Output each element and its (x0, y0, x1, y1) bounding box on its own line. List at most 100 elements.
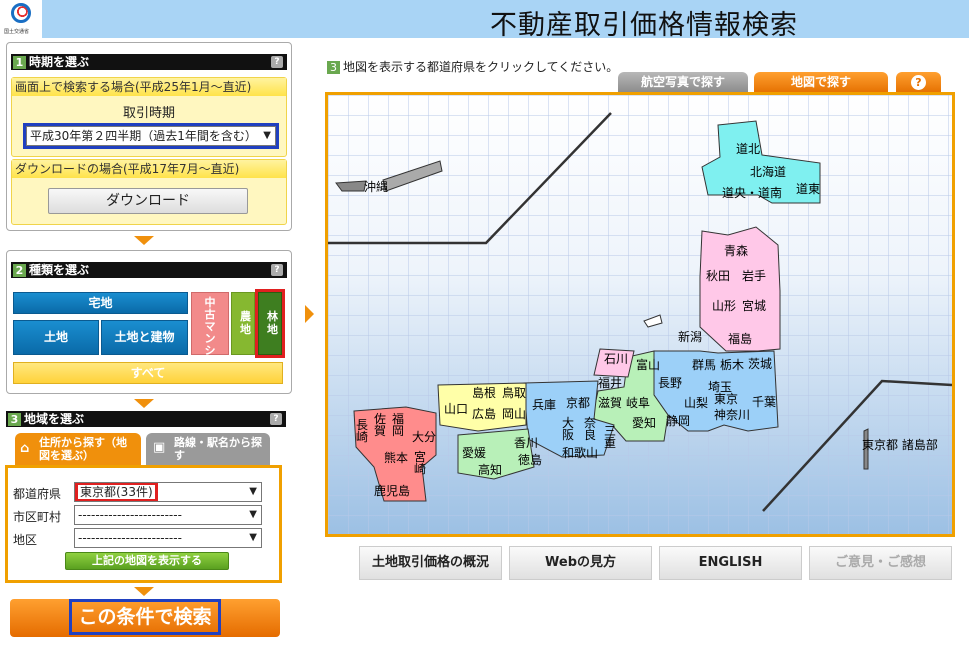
pref-label[interactable]: 東京都 諸島部 (862, 439, 938, 452)
district-select[interactable]: ------------------------ ▼ (74, 528, 262, 548)
pref-label[interactable]: 高知 (478, 464, 502, 477)
search-button-label: この条件で検索 (69, 599, 221, 635)
pref-label[interactable]: 道北 (736, 143, 760, 156)
pref-label[interactable]: 宮城 (742, 300, 766, 313)
pref-label[interactable]: 滋賀 (598, 397, 622, 410)
section-title: 種類を選ぶ (29, 263, 90, 277)
pref-label[interactable]: 奈良 (584, 417, 596, 441)
pref-label[interactable]: 大阪 (562, 417, 574, 441)
type-used-mansion-button[interactable]: 中古マンション等 (191, 292, 229, 393)
pref-label[interactable]: 愛知 (632, 417, 656, 430)
okinawa-shape[interactable] (335, 180, 367, 192)
search-button[interactable]: この条件で検索 (10, 599, 280, 637)
period-select[interactable]: 平成30年第２四半期（過去1年間を含む） ▼ (23, 123, 279, 149)
tab-route-label: 路線・駅名から探す (174, 436, 262, 462)
pref-label[interactable]: 北海道 (750, 166, 786, 179)
pref-label[interactable]: 静岡 (666, 415, 690, 428)
pref-label[interactable]: 神奈川 (714, 409, 750, 422)
web-guide-button[interactable]: Webの見方 (509, 546, 652, 580)
pref-label[interactable]: 広島 (472, 408, 496, 421)
pref-label[interactable]: 新潟 (678, 331, 702, 344)
overview-button[interactable]: 土地取引価格の概況 (359, 546, 502, 580)
pref-label[interactable]: 東京 (714, 393, 738, 406)
pref-label[interactable]: 道東 (796, 183, 820, 196)
pref-label[interactable]: 鹿児島 (374, 485, 410, 498)
type-farmland-button[interactable]: 農地 (231, 292, 255, 355)
type-land-button[interactable]: 土地 (13, 320, 99, 355)
pref-label[interactable]: 群馬 (692, 359, 716, 372)
english-button[interactable]: ENGLISH (659, 546, 802, 580)
arrow-down-icon (134, 399, 154, 408)
pref-label[interactable]: 宮崎 (414, 451, 426, 475)
pref-label[interactable]: 島根 (472, 387, 496, 400)
pref-label[interactable]: 福井 (598, 377, 622, 390)
logo-icon (11, 3, 31, 23)
pref-label[interactable]: 道央・道南 (722, 187, 782, 200)
pref-label[interactable]: 兵庫 (532, 399, 556, 412)
section-number: 2 (13, 264, 26, 277)
pref-label[interactable]: 青森 (724, 245, 748, 258)
section-number: 1 (13, 56, 26, 69)
district-select-value: ------------------------ (78, 531, 182, 545)
pref-label[interactable]: 富山 (636, 359, 660, 372)
pref-label[interactable]: 熊本 (384, 452, 408, 465)
pref-label[interactable]: 山梨 (684, 397, 708, 410)
pref-label[interactable]: 長野 (658, 377, 682, 390)
pref-label[interactable]: 岩手 (742, 270, 766, 283)
pref-label[interactable]: 岐阜 (626, 397, 650, 410)
area-section-header-wrap: 3 地域を選ぶ ? (6, 411, 286, 429)
chevron-down-icon: ▼ (249, 532, 257, 543)
prefecture-select[interactable]: 東京都(33件) ▼ (74, 482, 262, 502)
pref-label[interactable]: 長崎 (356, 419, 368, 443)
show-map-button[interactable]: 上記の地図を表示する (65, 552, 229, 570)
feedback-button[interactable]: ご意見・ご感想 (809, 546, 952, 580)
help-icon[interactable]: ? (271, 264, 283, 276)
tab-aerial-photo[interactable]: 航空写真で探す (618, 72, 748, 93)
pref-label[interactable]: 山口 (444, 403, 468, 416)
pref-label[interactable]: 三重 (604, 425, 616, 449)
download-button[interactable]: ダウンロード (48, 188, 248, 214)
type-land-building-button[interactable]: 土地と建物 (101, 320, 188, 355)
pref-label[interactable]: 秋田 (706, 270, 730, 283)
pref-label[interactable]: 岡山 (502, 408, 526, 421)
screen-search-box: 画面上で検索する場合(平成25年1月〜直近) 取引時期 平成30年第２四半期（過… (11, 77, 287, 157)
help-icon: ? (911, 75, 926, 90)
tab-address-search[interactable]: ⌂ 住所から探す（地図を選ぶ） (15, 433, 141, 467)
city-select[interactable]: ------------------------ ▼ (74, 505, 262, 525)
period-label: 取引時期 (122, 106, 175, 121)
pref-label[interactable]: 徳島 (518, 454, 542, 467)
pref-label[interactable]: 大分 (412, 431, 436, 444)
pref-label[interactable]: 沖縄 (364, 181, 388, 194)
pref-label[interactable]: 栃木 (720, 359, 744, 372)
pref-label[interactable]: 千葉 (752, 396, 776, 409)
area-section-header: 3 地域を選ぶ ? (6, 411, 286, 427)
map-instruction-text: 地図を表示する都道府県をクリックしてください。 (343, 60, 619, 74)
type-forest-button[interactable]: 林地 (255, 289, 285, 358)
map-instruction: 3 地図を表示する都道府県をクリックしてください。 (327, 58, 618, 75)
arrow-right-icon (305, 305, 314, 323)
help-icon[interactable]: ? (271, 56, 283, 68)
pref-label[interactable]: 鳥取 (502, 387, 526, 400)
logo[interactable]: 国土交通省 (0, 0, 42, 38)
pref-label[interactable]: 山形 (712, 300, 736, 313)
tab-help[interactable]: ? (896, 72, 941, 93)
logo-text: 国土交通省 (4, 29, 30, 35)
city-select-value: ------------------------ (78, 508, 182, 522)
pref-label[interactable]: 福島 (728, 333, 752, 346)
pref-label[interactable]: 茨城 (748, 358, 772, 371)
pref-label[interactable]: 石川 (604, 353, 628, 366)
pref-label[interactable]: 愛媛 (462, 447, 486, 460)
screen-search-label: 画面上で検索する場合(平成25年1月〜直近) (12, 78, 286, 96)
pref-label[interactable]: 福岡 (392, 413, 404, 437)
pref-label[interactable]: 佐賀 (374, 413, 386, 437)
tab-route-search[interactable]: ▣ 路線・駅名から探す (146, 433, 270, 467)
pref-label[interactable]: 京都 (566, 397, 590, 410)
period-section-header: 1 時期を選ぶ ? (11, 54, 287, 70)
tab-address-label: 住所から探す（地図を選ぶ） (39, 436, 127, 462)
tab-map[interactable]: 地図で探す (754, 72, 888, 93)
help-icon[interactable]: ? (270, 413, 282, 425)
type-residential-button[interactable]: 宅地 (13, 292, 188, 314)
pref-label[interactable]: 香川 (514, 437, 538, 450)
pref-label[interactable]: 和歌山 (562, 447, 598, 460)
type-all-button[interactable]: すべて (13, 362, 283, 384)
